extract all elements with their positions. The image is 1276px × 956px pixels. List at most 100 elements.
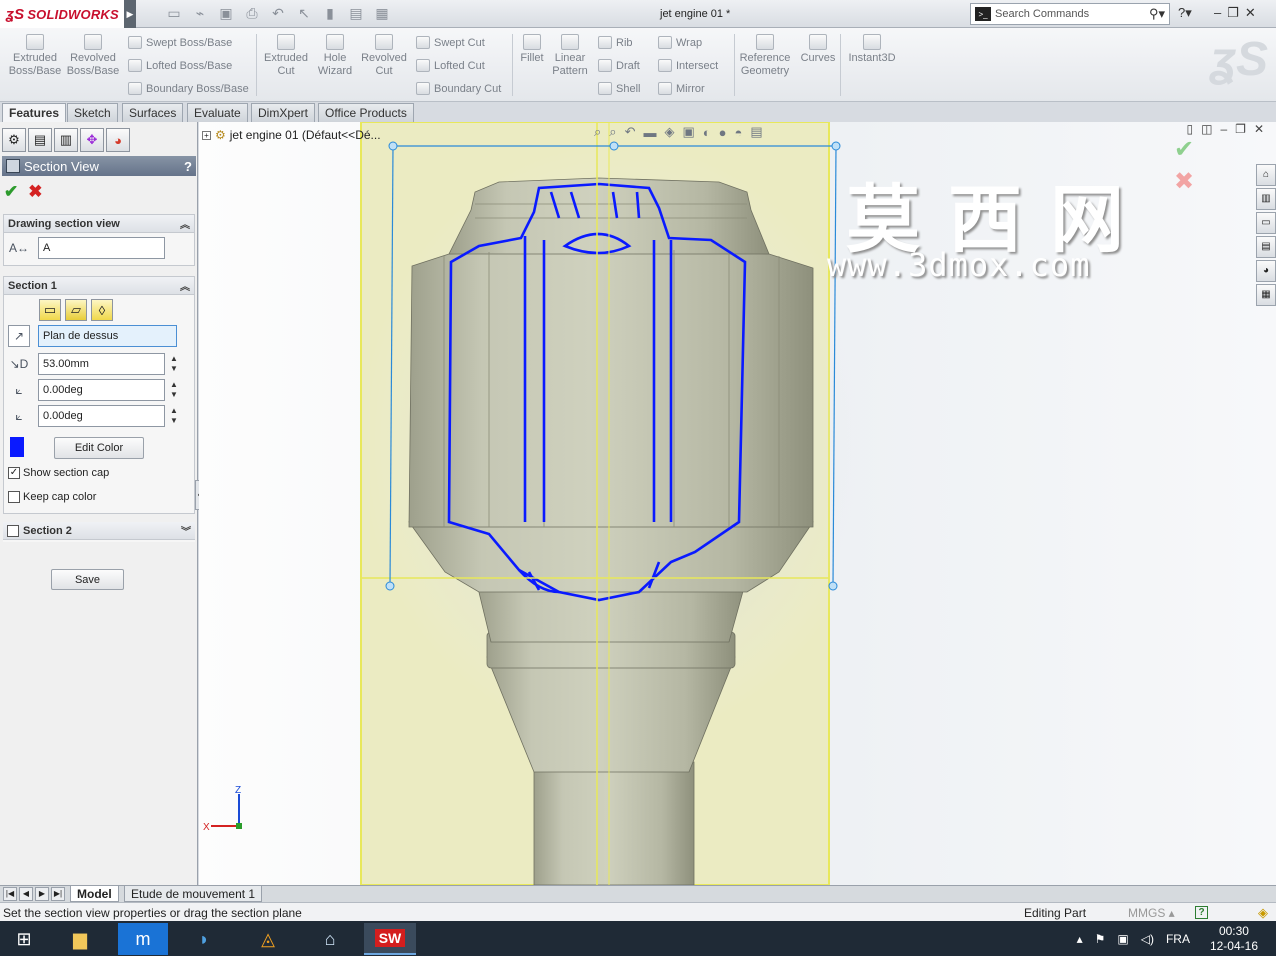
show-section-cap-box[interactable]: ✓ — [8, 467, 20, 479]
tab-motion-study[interactable]: Etude de mouvement 1 — [124, 886, 263, 902]
windows-start-icon[interactable]: ⊞ — [0, 923, 48, 955]
tab-surfaces[interactable]: Surfaces — [122, 103, 184, 122]
keep-cap-color-box[interactable] — [8, 491, 20, 503]
ok-checkmark-icon[interactable]: ✔ — [4, 182, 18, 202]
draft-button[interactable]: Draft — [598, 59, 640, 72]
save-button[interactable]: Save — [51, 569, 124, 590]
extruded-cut-button[interactable]: Extruded Cut — [262, 34, 310, 78]
help-menu[interactable]: ?▾ — [1178, 5, 1192, 21]
last-tab-nav-icon[interactable]: ▶| — [51, 887, 65, 901]
rib-button[interactable]: Rib — [598, 36, 633, 49]
maxthon-taskbar-icon[interactable]: m — [118, 923, 168, 955]
search-icon[interactable]: ⚲▾ — [1149, 6, 1165, 22]
save-icon[interactable]: ▣ — [216, 5, 236, 22]
wrap-button[interactable]: Wrap — [658, 36, 702, 49]
mirror-button[interactable]: Mirror — [658, 82, 705, 95]
new-document-icon[interactable]: ▭ — [164, 5, 184, 22]
edit-color-button[interactable]: Edit Color — [54, 437, 144, 459]
show-section-cap-checkbox[interactable]: ✓ Show section cap — [8, 467, 109, 479]
tab-features[interactable]: Features — [2, 103, 67, 122]
menu-expand-arrow-icon[interactable]: ▶ — [124, 0, 136, 28]
revolved-boss-button[interactable]: Revolved Boss/Base — [66, 34, 120, 78]
hole-wizard-button[interactable]: Hole Wizard — [312, 34, 358, 78]
section-name-field[interactable]: A — [38, 237, 165, 259]
expand-tree-icon[interactable]: + — [202, 130, 211, 140]
edit-appearance-icon[interactable]: ● — [719, 125, 727, 140]
restore-icon[interactable]: ❐ — [1227, 5, 1239, 21]
display-manager-tab-icon[interactable]: ◕ — [106, 128, 130, 152]
unit-system-selector[interactable]: MMGS ▴ — [1128, 906, 1175, 920]
search-commands-input[interactable]: >_ Search Commands ⚲▾ — [970, 3, 1170, 25]
select-icon[interactable]: ↖ — [294, 5, 314, 22]
keep-cap-color-checkbox[interactable]: Keep cap color — [8, 491, 96, 503]
zoom-to-fit-icon[interactable]: ⌕ — [594, 124, 601, 140]
clock[interactable]: 00:30 12-04-16 — [1210, 924, 1258, 954]
section-plane-right-icon[interactable]: ◊ — [91, 299, 113, 321]
linear-pattern-button[interactable]: Linear Pattern — [548, 34, 592, 78]
section-2-header[interactable]: Section 2 ︾ — [3, 522, 195, 540]
confirm-ok-icon[interactable]: ✔ — [1174, 134, 1194, 166]
options-icon[interactable]: ▦ — [372, 5, 392, 22]
solidworks-taskbar-icon[interactable]: SW — [364, 923, 416, 955]
x-rotation-spinner-icon[interactable]: ▲ ▼ — [170, 380, 178, 400]
cloud-app-taskbar-icon[interactable]: ⌂ — [304, 923, 356, 955]
configuration-manager-tab-icon[interactable]: ▥ — [54, 128, 78, 152]
custom-properties-icon[interactable]: ▦ — [1256, 284, 1276, 306]
property-manager-tab-icon[interactable]: ▤ — [28, 128, 52, 152]
shell-button[interactable]: Shell — [598, 82, 640, 95]
action-center-flag-icon[interactable]: ⚑ — [1095, 932, 1106, 946]
section-plane-front-icon[interactable]: ▭ — [39, 299, 61, 321]
section-color-swatch[interactable] — [10, 437, 24, 457]
design-library-icon[interactable]: ▥ — [1256, 188, 1276, 210]
boundary-cut-button[interactable]: Boundary Cut — [416, 82, 501, 95]
network-icon[interactable]: ▣ — [1117, 932, 1128, 946]
fillet-button[interactable]: Fillet — [516, 34, 548, 65]
appearances-icon[interactable]: ◕ — [1256, 260, 1276, 282]
view-settings-icon[interactable]: ▤ — [750, 124, 762, 140]
solidworks-logo[interactable]: ʓS SOLIDWORKS — [0, 0, 124, 28]
boundary-boss-button[interactable]: Boundary Boss/Base — [128, 82, 249, 95]
hide-show-items-icon[interactable]: ◐ — [703, 125, 711, 140]
section-2-checkbox[interactable] — [7, 524, 19, 537]
media-app-taskbar-icon[interactable]: ◗ — [178, 923, 230, 955]
display-style-icon[interactable]: ▣ — [682, 124, 694, 140]
undo-icon[interactable]: ↶ — [268, 5, 288, 22]
section-1-header[interactable]: Section 1 ︽ — [4, 277, 194, 295]
first-tab-nav-icon[interactable]: |◀ — [3, 887, 17, 901]
viewport-minimize-icon[interactable]: – — [1220, 122, 1227, 136]
collapse-chevron-icon[interactable]: ︽ — [180, 216, 190, 231]
dimxpert-manager-tab-icon[interactable]: ✥ — [80, 128, 104, 152]
y-rotation-spinner-icon[interactable]: ▲ ▼ — [170, 406, 178, 426]
section-view-hud-icon[interactable]: ▬ — [643, 125, 656, 140]
close-icon[interactable]: ✕ — [1245, 5, 1256, 21]
tab-sketch[interactable]: Sketch — [67, 103, 118, 122]
print-icon[interactable]: ⎙ — [242, 5, 262, 22]
drawing-section-view-header[interactable]: Drawing section view ︽ — [4, 215, 194, 233]
offset-spinner-icon[interactable]: ▲ ▼ — [170, 354, 178, 374]
help-icon[interactable]: ?▾ — [1178, 5, 1192, 21]
apply-scene-icon[interactable]: ◓ — [734, 125, 742, 140]
file-explorer-taskbar-icon[interactable]: ▆ — [54, 923, 106, 955]
tab-evaluate[interactable]: Evaluate — [187, 103, 248, 122]
previous-view-icon[interactable]: ↶ — [625, 124, 636, 140]
feature-tree-root[interactable]: + ⚙ jet engine 01 (Défaut<<Dé... — [202, 128, 381, 142]
confirm-cancel-icon[interactable]: ✖ — [1174, 166, 1194, 198]
y-rotation-field[interactable]: 0.00deg — [38, 405, 165, 427]
lofted-cut-button[interactable]: Lofted Cut — [416, 59, 485, 72]
solidworks-resources-icon[interactable]: ⌂ — [1256, 164, 1276, 186]
reference-geometry-button[interactable]: Reference Geometry — [738, 34, 792, 78]
status-help-icon[interactable]: ? — [1195, 906, 1208, 919]
view-palette-icon[interactable]: ▤ — [1256, 236, 1276, 258]
tags-icon[interactable]: ◈ — [1258, 905, 1268, 921]
offset-distance-field[interactable]: 53.00mm — [38, 353, 165, 375]
volume-icon[interactable]: ◁) — [1141, 932, 1154, 946]
intersect-button[interactable]: Intersect — [658, 59, 718, 72]
next-tab-nav-icon[interactable]: ▶ — [35, 887, 49, 901]
tray-overflow-icon[interactable]: ▴ — [1077, 932, 1083, 946]
revolved-cut-button[interactable]: Revolved Cut — [360, 34, 408, 78]
reference-plane-field[interactable]: Plan de dessus — [38, 325, 177, 347]
file-properties-icon[interactable]: ▤ — [346, 5, 366, 22]
prev-tab-nav-icon[interactable]: ◀ — [19, 887, 33, 901]
lofted-boss-button[interactable]: Lofted Boss/Base — [128, 59, 232, 72]
swept-cut-button[interactable]: Swept Cut — [416, 36, 485, 49]
